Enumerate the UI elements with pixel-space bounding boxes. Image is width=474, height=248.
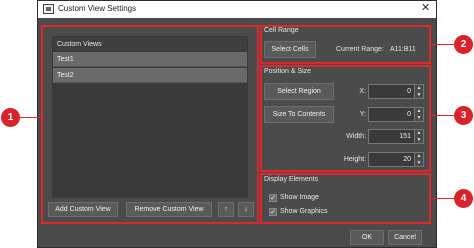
callout-4-badge: 4 bbox=[454, 189, 473, 208]
callout-3-badge: 3 bbox=[454, 106, 473, 125]
width-label: Width: bbox=[346, 133, 366, 140]
move-down-button[interactable]: ↓ bbox=[238, 202, 254, 217]
height-stepper[interactable]: ▲ ▼ bbox=[414, 153, 423, 166]
cancel-button[interactable]: Cancel bbox=[388, 230, 422, 245]
add-custom-view-button[interactable]: Add Custom View bbox=[48, 202, 118, 217]
list-header: Custom Views bbox=[53, 37, 247, 51]
width-value: 151 bbox=[399, 133, 411, 140]
y-stepper[interactable]: ▲ ▼ bbox=[414, 108, 423, 121]
show-image-checkbox[interactable]: ✓ bbox=[269, 194, 277, 202]
cell-range-title: Cell Range bbox=[264, 27, 299, 34]
app-icon bbox=[43, 4, 54, 14]
move-up-button[interactable]: ↑ bbox=[218, 202, 234, 217]
show-graphics-checkbox[interactable]: ✓ bbox=[269, 208, 277, 216]
ok-button[interactable]: OK bbox=[350, 230, 384, 245]
select-cells-button[interactable]: Select Cells bbox=[264, 41, 316, 58]
current-range-value: A11:B11 bbox=[390, 46, 416, 53]
height-value: 20 bbox=[403, 156, 411, 163]
callout-1-leader bbox=[19, 117, 42, 118]
width-stepper[interactable]: ▲ ▼ bbox=[414, 130, 423, 143]
x-label: X: bbox=[359, 88, 366, 95]
window-title: Custom View Settings bbox=[58, 4, 137, 13]
position-size-title: Position & Size bbox=[264, 68, 312, 75]
list-item[interactable]: Test1 bbox=[53, 52, 247, 67]
x-stepper[interactable]: ▲ ▼ bbox=[414, 85, 423, 98]
callout-4-leader bbox=[431, 198, 455, 199]
current-range-label: Current Range: bbox=[336, 46, 384, 53]
y-label: Y: bbox=[359, 111, 366, 118]
x-value: 0 bbox=[407, 88, 411, 95]
show-graphics-label: Show Graphics bbox=[280, 208, 328, 215]
close-icon[interactable]: ✕ bbox=[421, 3, 430, 14]
callout-2-badge: 2 bbox=[454, 35, 473, 54]
select-region-button[interactable]: Select Region bbox=[264, 83, 334, 100]
height-label: Height: bbox=[343, 156, 366, 163]
show-image-label: Show Image bbox=[280, 194, 319, 201]
list-item[interactable]: Test2 bbox=[53, 68, 247, 83]
callout-1-badge: 1 bbox=[1, 108, 20, 127]
y-value: 0 bbox=[407, 111, 411, 118]
callout-2-leader bbox=[431, 44, 455, 45]
callout-3-leader bbox=[431, 115, 455, 116]
size-to-contents-button[interactable]: Size To Contents bbox=[264, 106, 334, 123]
display-elements-title: Display Elements bbox=[264, 176, 319, 183]
remove-custom-view-button[interactable]: Remove Custom View bbox=[126, 202, 212, 217]
